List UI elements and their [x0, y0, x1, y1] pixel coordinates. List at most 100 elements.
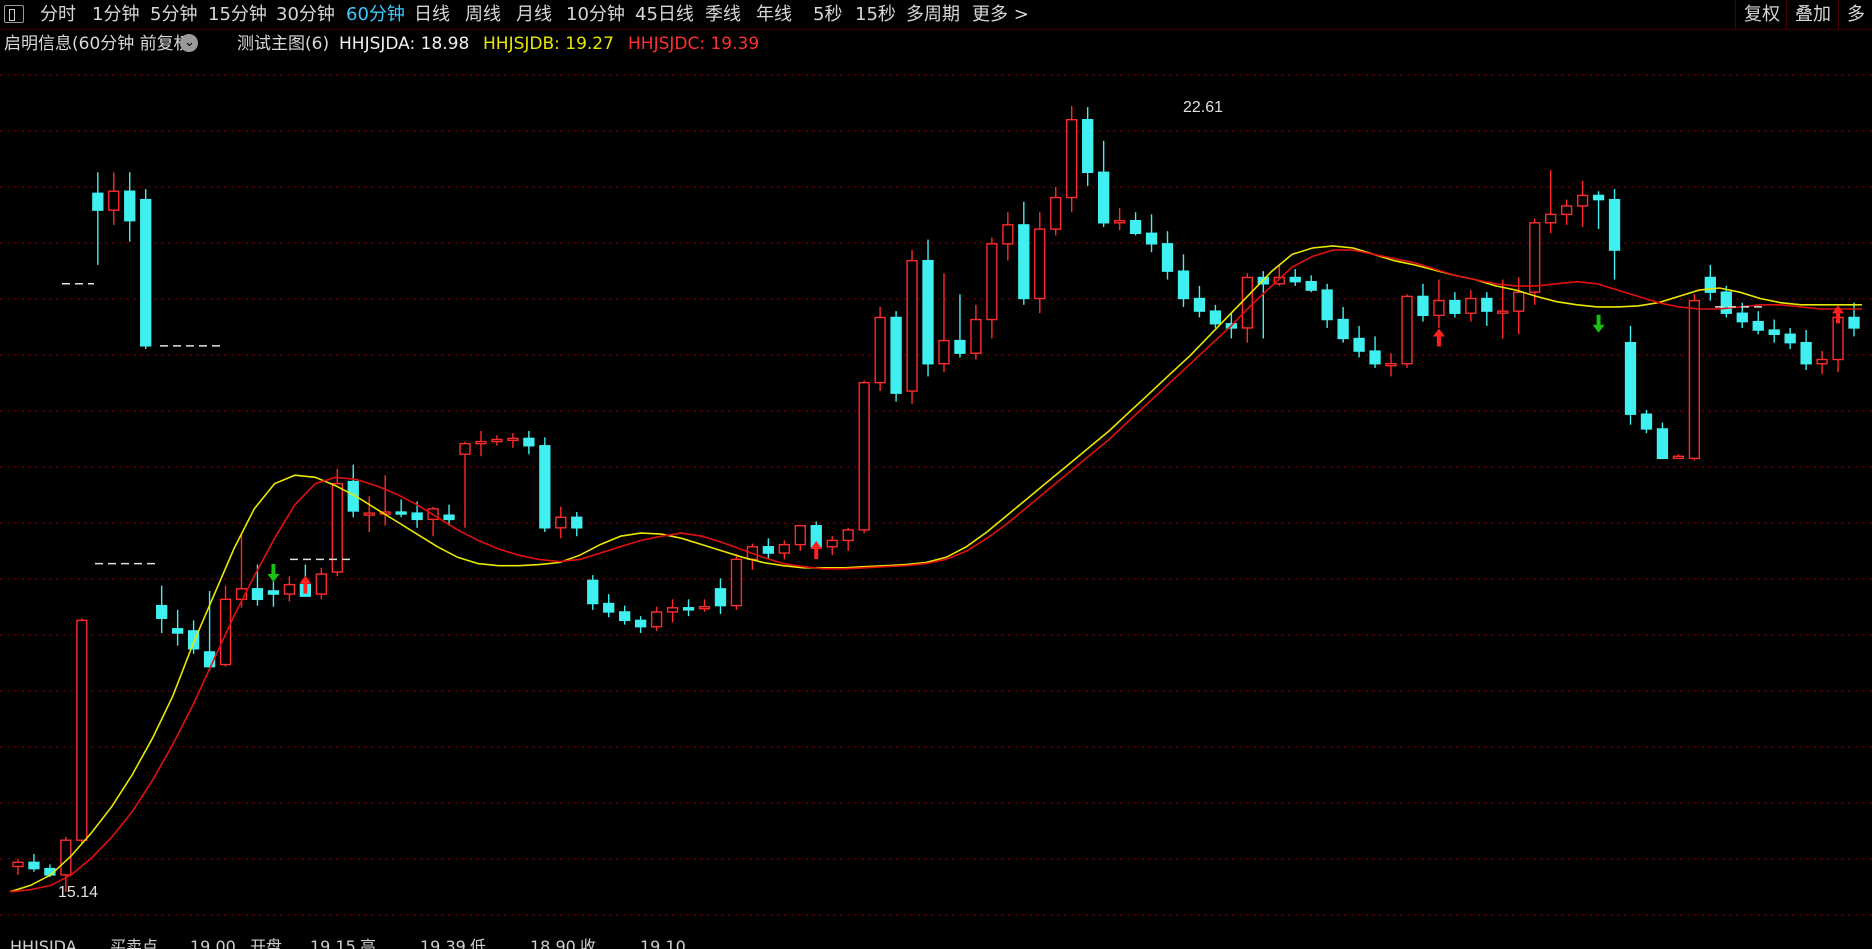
candle-body: [1449, 299, 1461, 314]
candle-body: [1465, 297, 1477, 314]
toolbar-right-button-2[interactable]: 多: [1838, 0, 1872, 30]
candle-body: [666, 607, 679, 613]
candle-body: [1656, 428, 1669, 460]
candle-body: [1433, 299, 1445, 317]
candle-body: [411, 512, 423, 521]
candle-body: [794, 525, 806, 546]
period-tab-15[interactable]: 多周期: [906, 3, 960, 27]
bottom-item-0: HHJSJDA: [10, 937, 77, 949]
candle-body: [507, 437, 519, 442]
candle-body: [140, 198, 152, 347]
candle-body: [714, 588, 727, 607]
buy-arrow-icon: [1432, 328, 1445, 347]
bottom-item-8: 18.90: [530, 937, 576, 949]
candle-body: [1113, 219, 1126, 224]
candle-body: [523, 437, 535, 447]
candle-body: [698, 606, 711, 610]
candle-body: [1018, 224, 1030, 300]
period-tab-1[interactable]: 1分钟: [92, 3, 139, 27]
period-tab-8[interactable]: 月线: [516, 3, 552, 27]
candle-body: [283, 583, 296, 595]
candle-body: [1736, 312, 1748, 323]
bottom-item-7: 低: [470, 937, 487, 949]
candle-body: [219, 598, 232, 666]
candle-body: [1145, 232, 1158, 245]
candle-body: [1497, 310, 1509, 314]
candle-body: [874, 316, 886, 384]
candle-body: [1688, 299, 1701, 460]
bottom-item-5: 高: [360, 937, 377, 949]
candle-body: [1545, 213, 1557, 224]
candle-body: [1752, 320, 1764, 331]
period-tab-7[interactable]: 周线: [465, 3, 501, 27]
candle-body: [603, 602, 615, 613]
bottom-item-4: 19.15: [310, 937, 356, 949]
ma-red-line: [9, 249, 1862, 893]
bottom-status-bar: HHJSJDA 买卖点 19.00 开盘 19.15 高 19.39 低 18.90 收 19.10: [0, 937, 1872, 949]
candle-body: [1401, 295, 1413, 365]
panel-toggle-icon[interactable]: [4, 5, 24, 23]
candle-body: [730, 558, 743, 607]
candle-body: [1241, 276, 1253, 329]
candle-body: [650, 611, 663, 628]
period-tab-9[interactable]: 10分钟: [566, 3, 625, 27]
period-tab-5[interactable]: 60分钟: [346, 3, 405, 27]
candle-body: [938, 339, 950, 365]
bottom-item-10: 19.10: [640, 937, 686, 949]
period-tab-14[interactable]: 15秒: [855, 3, 896, 27]
period-tab-11[interactable]: 季线: [705, 3, 741, 27]
candle-body: [1129, 219, 1142, 234]
candle-body: [587, 579, 599, 605]
candle-body: [1097, 171, 1110, 224]
candle-body: [315, 573, 327, 595]
bottom-item-9: 收: [580, 937, 597, 949]
candle-body: [1513, 291, 1525, 312]
candle-body: [1592, 194, 1605, 201]
candle-body: [1209, 310, 1222, 325]
period-tab-6[interactable]: 日线: [414, 3, 450, 27]
candle-body: [970, 318, 982, 354]
chevron-down-icon: ⌄: [184, 35, 195, 50]
candle-body: [1624, 341, 1637, 415]
period-tab-12[interactable]: 年线: [756, 3, 792, 27]
candle-body: [443, 514, 455, 521]
candle-body: [203, 651, 216, 668]
toolbar-right-button-0[interactable]: 复权: [1735, 0, 1788, 30]
candle-body: [1608, 198, 1621, 251]
indicator-name[interactable]: 测试主图(6): [237, 31, 329, 57]
candle-body: [954, 339, 966, 354]
candle-body: [1050, 196, 1062, 230]
period-tab-4[interactable]: 30分钟: [276, 3, 335, 27]
candle-body: [171, 628, 184, 634]
candle-body: [1002, 224, 1014, 245]
candle-body: [1784, 333, 1796, 344]
candle-body: [619, 611, 631, 622]
candle-body: [1672, 455, 1685, 460]
candle-body: [555, 516, 567, 529]
candle-body: [1385, 363, 1397, 367]
candle-body: [395, 511, 407, 515]
period-tab-13[interactable]: 5秒: [813, 3, 842, 27]
candle-body: [1800, 341, 1812, 365]
candle-body: [1177, 270, 1190, 300]
period-tab-2[interactable]: 5分钟: [150, 3, 197, 27]
candle-body: [1848, 316, 1860, 329]
period-tab-0[interactable]: 分时: [40, 3, 76, 27]
period-tab-3[interactable]: 15分钟: [208, 3, 267, 27]
sell-arrow-icon: [1592, 314, 1605, 333]
candle-body: [1481, 297, 1493, 312]
low-price-label: 15.14: [58, 884, 98, 901]
candle-body: [762, 546, 775, 554]
candle-body: [986, 243, 998, 321]
toolbar-right-button-1[interactable]: 叠加: [1786, 0, 1839, 30]
period-tab-16[interactable]: 更多 >: [972, 3, 1029, 27]
period-tab-10[interactable]: 45日线: [635, 3, 694, 27]
candlestick-chart[interactable]: 22.61 15.14: [0, 57, 1872, 937]
candle-body: [1161, 243, 1174, 272]
candle-body: [778, 543, 790, 554]
candle-body: [76, 619, 88, 841]
candle-body: [1720, 291, 1732, 314]
bottom-item-1: 买卖点: [110, 937, 159, 949]
candle-body: [858, 381, 870, 531]
period-toolbar: 分时 1分钟 5分钟 15分钟 30分钟 60分钟 日线 周线 月线 10分钟 45日线 季线 年线 5秒…: [0, 0, 1872, 30]
